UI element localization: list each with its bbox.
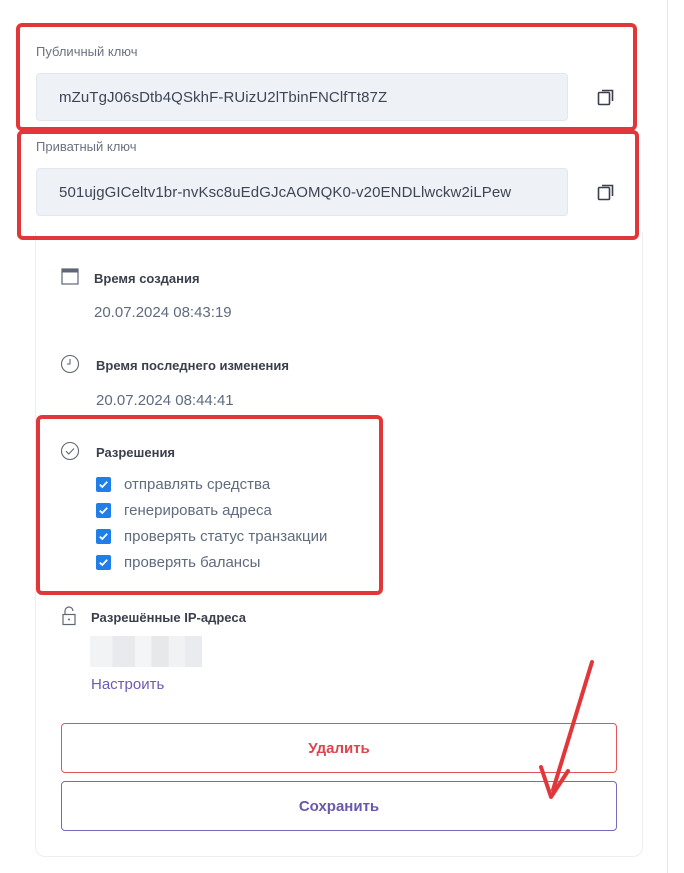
ip-address-list-redacted <box>90 636 202 667</box>
modified-time-value: 20.07.2024 08:44:41 <box>96 392 234 409</box>
save-button[interactable]: Сохранить <box>61 781 617 831</box>
created-time-title: Время создания <box>94 271 200 286</box>
calendar-icon <box>61 268 79 285</box>
annotation-frame-private-key <box>17 130 639 240</box>
page-right-border <box>667 0 668 873</box>
configure-ips-link[interactable]: Настроить <box>91 676 164 693</box>
clock-icon <box>60 354 80 374</box>
created-time-value: 20.07.2024 08:43:19 <box>94 304 232 321</box>
modified-time-title: Время последнего изменения <box>96 358 289 373</box>
delete-button[interactable]: Удалить <box>61 723 617 773</box>
unlock-icon <box>62 606 76 626</box>
allowed-ips-title: Разрешённые IP-адреса <box>91 610 246 625</box>
annotation-frame-permissions <box>36 415 383 595</box>
annotation-frame-public-key <box>16 23 637 131</box>
